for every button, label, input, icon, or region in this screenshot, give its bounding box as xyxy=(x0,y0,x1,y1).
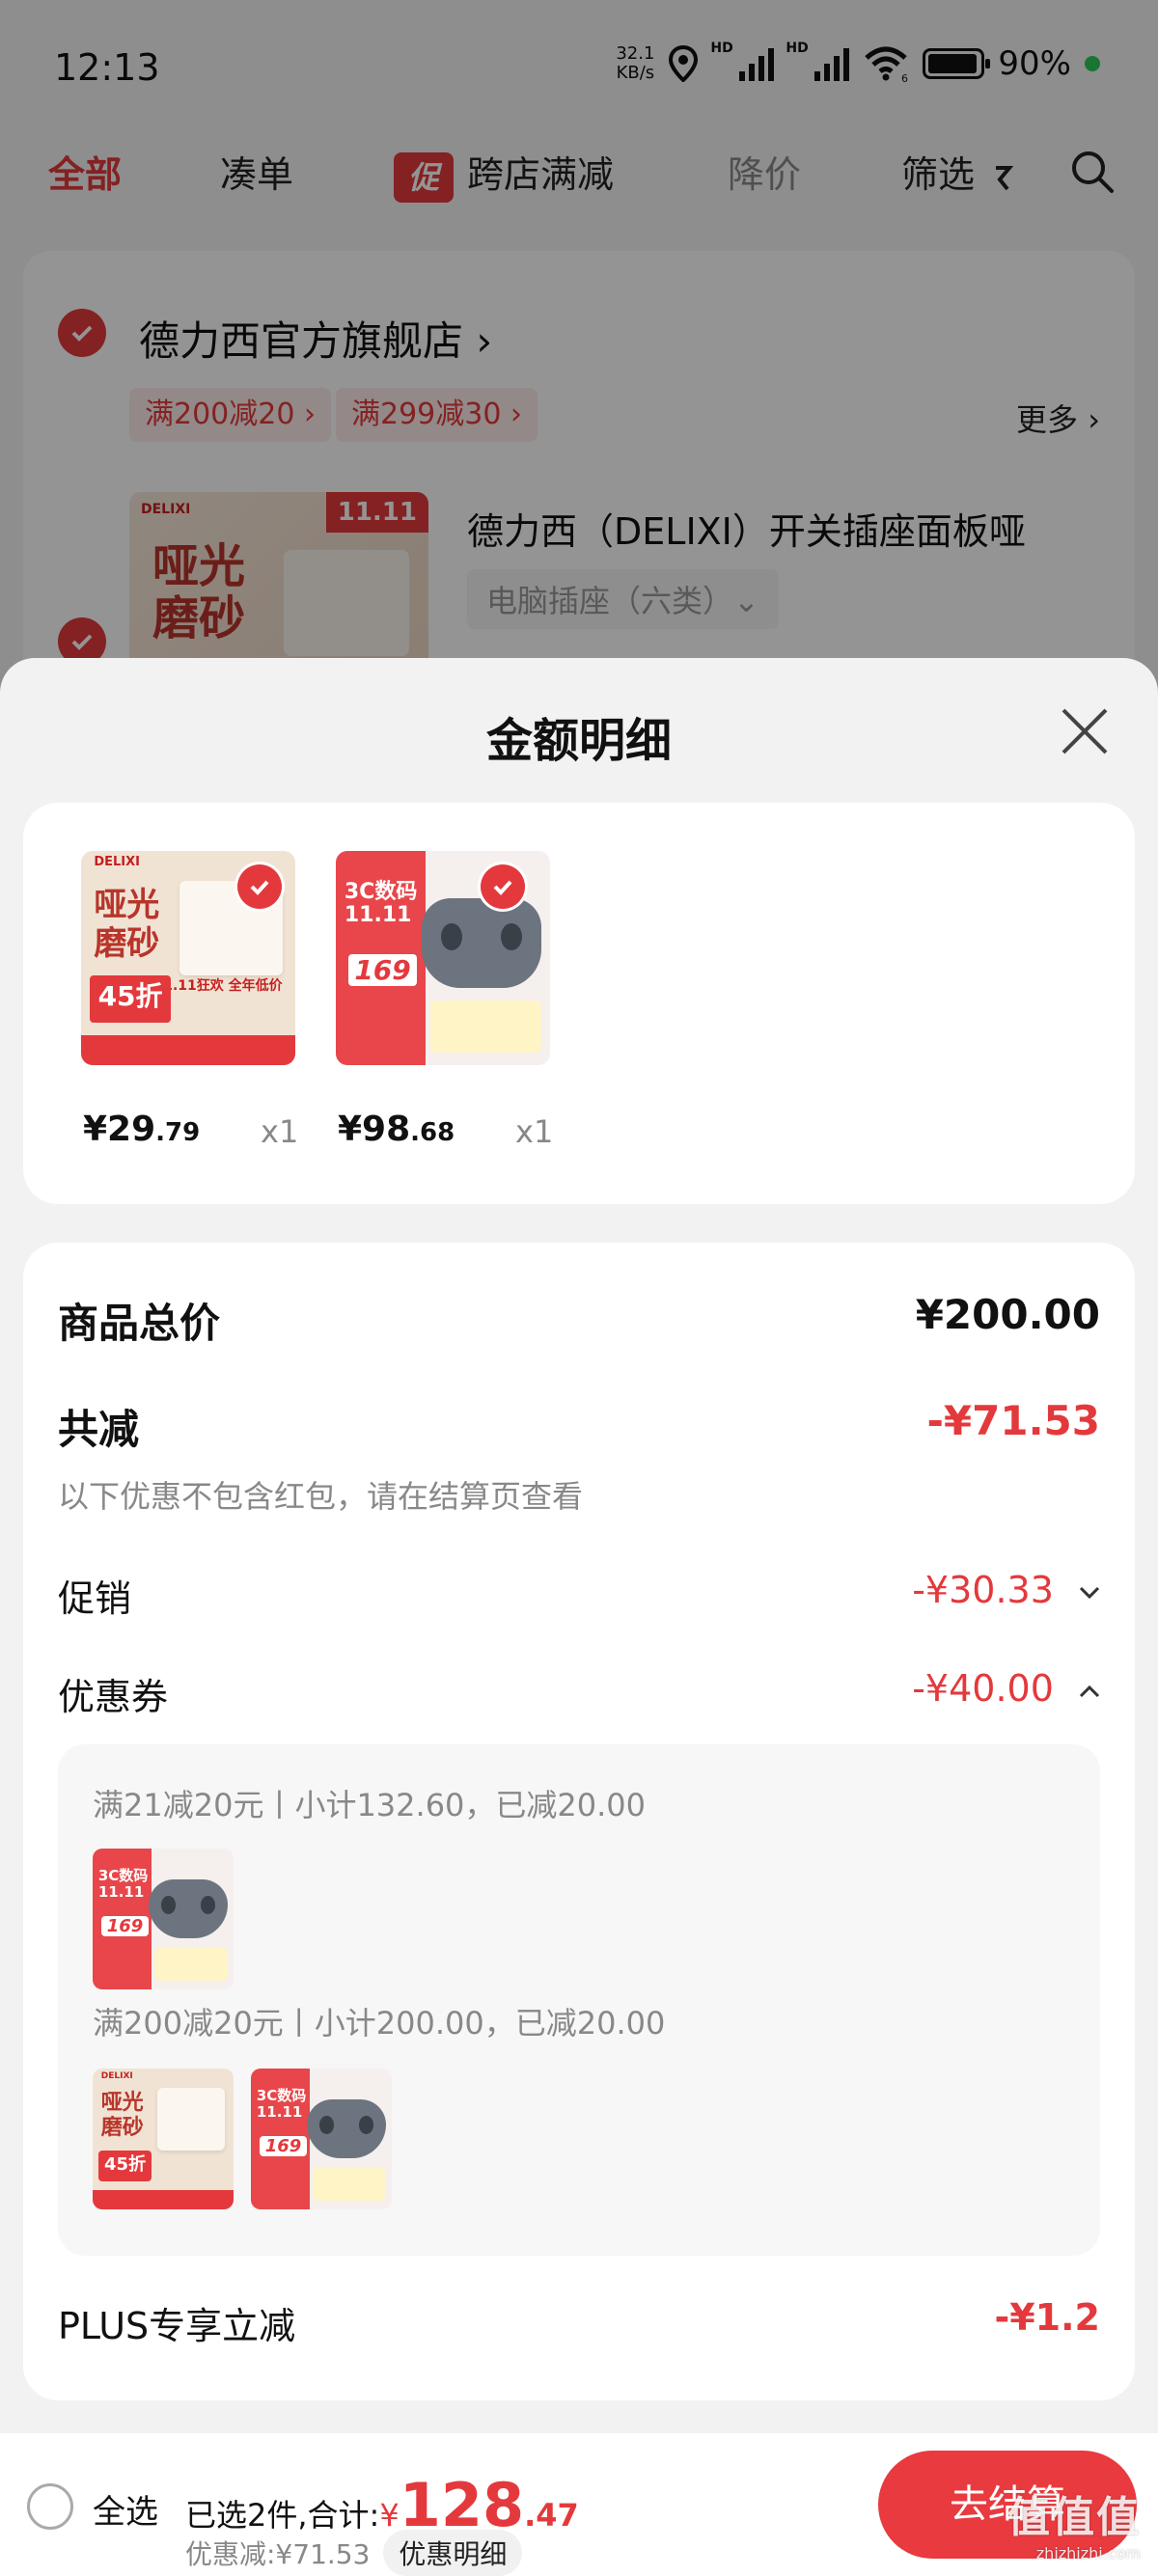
item-price: ¥29.79 xyxy=(83,1110,201,1149)
reduce-label: 共减 xyxy=(58,1406,140,1453)
coupon-item-thumbnail: 3C数码 11.11 169 xyxy=(251,2069,392,2209)
sheet-title: 金额明细 xyxy=(485,714,672,768)
promo-value: -¥30.33 xyxy=(912,1569,1054,1611)
discount-detail-button[interactable]: 优惠明细 xyxy=(383,2530,523,2576)
chevron-down-icon xyxy=(1079,1586,1100,1599)
coupon-value: -¥40.00 xyxy=(912,1667,1054,1710)
checkout-bar: 全选 已选2件,合计:¥128.47 优惠减:¥71.53 优惠明细 去结算 值值… xyxy=(0,2433,1158,2576)
select-all-label[interactable]: 全选 xyxy=(93,2485,158,2533)
item-price: ¥98.68 xyxy=(338,1110,455,1149)
plus-label: PLUS专享立减 xyxy=(58,2305,296,2347)
price-breakdown-card: 商品总价 ¥200.00 共减 -¥71.53 以下优惠不包含红包，请在结算页查… xyxy=(23,1243,1135,2400)
plus-value: -¥1.2 xyxy=(994,2296,1100,2339)
gamepad-icon xyxy=(307,2099,387,2159)
close-icon[interactable] xyxy=(1058,704,1112,758)
coupon-label: 优惠券 xyxy=(58,1676,169,1718)
select-all-checkbox[interactable] xyxy=(27,2483,73,2530)
selected-products-card: DELIXI 哑光 磨砂 11.11狂欢 全年低价 45折 ¥29.79 x1 3… xyxy=(23,803,1135,1204)
coupon-rule: 满200减20元丨小计200.00，已减20.00 xyxy=(93,2005,666,2042)
product-thumbnail[interactable]: 3C数码 11.11 169 xyxy=(336,851,550,1065)
discount-summary: 优惠减:¥71.53 优惠明细 xyxy=(185,2530,523,2576)
promo-label: 促销 xyxy=(58,1577,132,1620)
coupon-item-thumbnail: DELIXI 哑光 磨砂 45折 xyxy=(93,2069,234,2209)
coupon-rule: 满21减20元丨小计132.60，已减20.00 xyxy=(93,1787,647,1823)
gamepad-icon xyxy=(421,897,542,989)
item-selected-check xyxy=(481,864,525,909)
product-thumbnail[interactable]: DELIXI 哑光 磨砂 11.11狂欢 全年低价 45折 xyxy=(81,851,295,1065)
watermark-logo: 值值值 zhizhizhi.com xyxy=(1007,2493,1141,2562)
gamepad-icon xyxy=(149,1879,229,1939)
total-value: ¥200.00 xyxy=(915,1291,1100,1338)
coupon-row-toggle[interactable]: -¥40.00 xyxy=(912,1667,1100,1710)
coupon-detail-box: 满21减20元丨小计132.60，已减20.00 3C数码 11.11 169 满… xyxy=(58,1744,1100,2256)
chevron-up-icon xyxy=(1079,1685,1100,1697)
promo-row-toggle[interactable]: -¥30.33 xyxy=(912,1569,1100,1611)
check-icon xyxy=(250,880,269,895)
reduce-value: -¥71.53 xyxy=(926,1397,1100,1444)
coupon-item-thumbnail: 3C数码 11.11 169 xyxy=(93,1849,234,1989)
amount-detail-sheet: 金额明细 DELIXI 哑光 磨砂 11.11狂欢 全年低价 45折 ¥29.79… xyxy=(0,658,1158,2433)
total-label: 商品总价 xyxy=(58,1300,221,1347)
reduce-note: 以下优惠不包含红包，请在结算页查看 xyxy=(58,1478,584,1515)
check-icon xyxy=(493,880,512,895)
item-quantity: x1 xyxy=(515,1113,554,1150)
item-quantity: x1 xyxy=(261,1113,299,1150)
item-selected-check xyxy=(237,864,282,909)
